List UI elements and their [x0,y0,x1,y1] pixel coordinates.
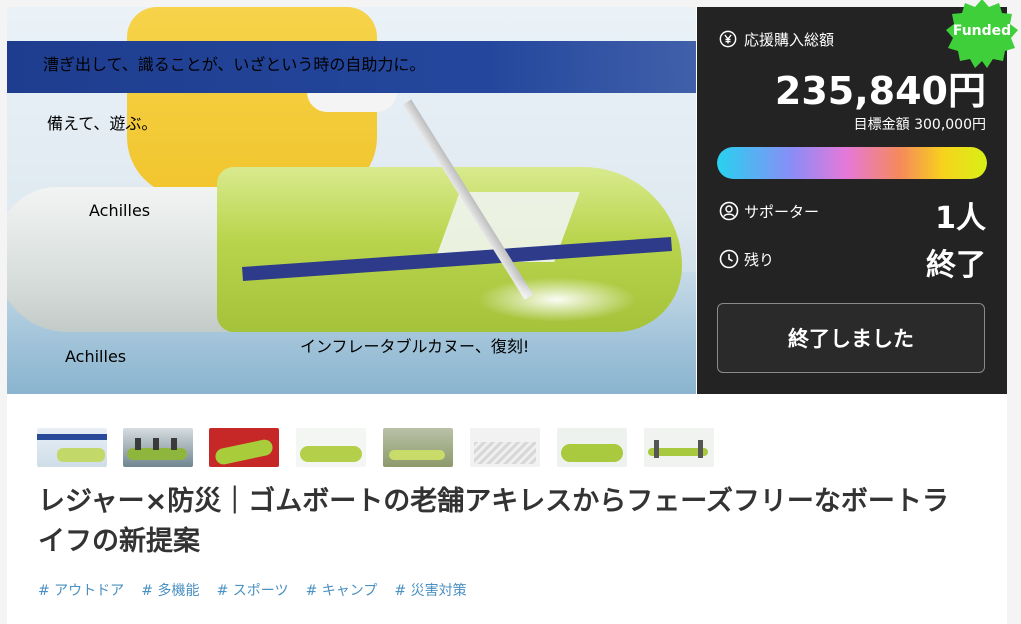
tag-sports[interactable]: # スポーツ [217,580,289,600]
hero-tagline: インフレータブルカヌー、復刻! [300,337,530,356]
supporters-value: 1人 [935,201,986,236]
thumbnail-2[interactable] [123,428,193,467]
project-title[interactable]: レジャー×防災｜ゴムボートの老舗アキレスからフェーズフリーなボートライフの新提案 [38,482,968,562]
yen-circle-icon [719,30,737,48]
thumbnail-8[interactable] [644,428,714,467]
funded-badge-label: Funded [952,23,1012,39]
thumbnail-6[interactable] [470,428,540,467]
tag-disaster[interactable]: # 災害対策 [394,580,466,600]
total-amount-value: 235,840円 [774,69,986,113]
hero-headline: 備えて、遊ぶ。 [47,114,158,133]
ended-button[interactable]: 終了しました [717,303,985,373]
hero-splash [477,277,637,322]
thumbnail-5[interactable] [383,428,453,467]
thumbnail-4[interactable] [296,428,366,467]
hero-brand-logo: Achilles [65,347,127,366]
funding-progress-fill [717,147,987,179]
tag-outdoor[interactable]: # アウトドア [38,580,124,600]
tag-multifunction[interactable]: # 多機能 [141,580,199,600]
thumbnail-1[interactable] [37,428,107,467]
total-amount-label: 応援購入総額 [744,31,835,49]
thumbnail-7[interactable] [557,428,627,467]
goal-amount: 目標金額 300,000円 [853,117,986,133]
hero-boat-logo: Achilles [89,201,151,220]
funding-progress-bar [717,147,987,179]
hero-banner-text: 漕ぎ出して、識ることが、いざという時の自助力に。 [43,55,426,74]
tag-camp[interactable]: # キャンプ [306,580,378,600]
remaining-value: 終了 [926,248,986,283]
tag-list: # アウトドア # 多機能 # スポーツ # キャンプ # 災害対策 [38,580,479,600]
thumbnail-3[interactable] [209,428,279,467]
